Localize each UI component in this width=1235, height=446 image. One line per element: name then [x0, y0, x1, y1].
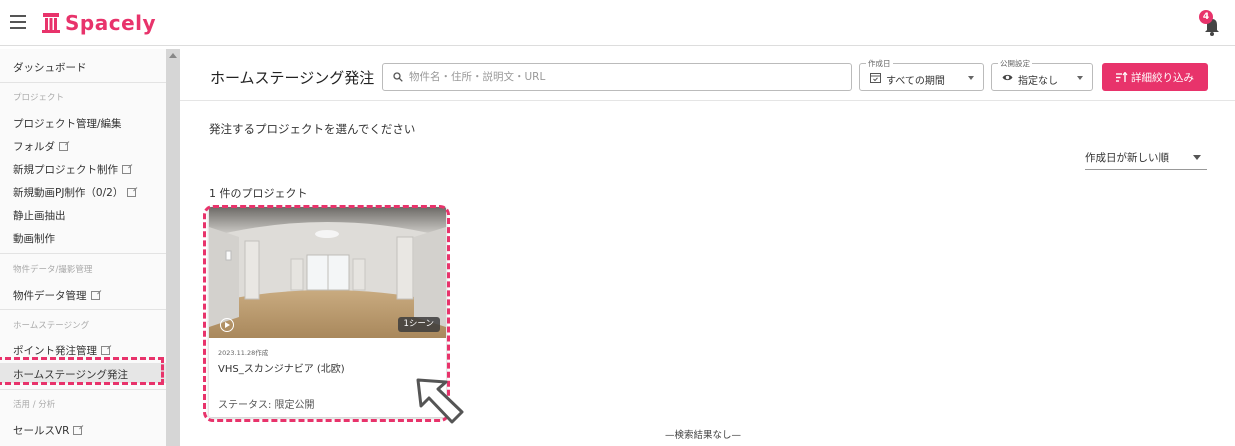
search-icon — [393, 72, 403, 82]
sidebar-item-label: セールスVR — [13, 425, 70, 437]
visibility-filter-label: 公開設定 — [998, 58, 1032, 69]
logo[interactable]: Spacely — [42, 9, 156, 37]
sidebar-highlight-annotation — [0, 357, 164, 385]
calendar-icon — [870, 73, 881, 83]
divider — [0, 82, 166, 83]
external-link-icon — [90, 291, 100, 300]
sidebar-item-still-extract[interactable]: 静止画抽出 — [13, 208, 66, 223]
pointer-arrow-icon — [416, 378, 464, 424]
sidebar-item-new-video-project[interactable]: 新規動画PJ制作（0/2） — [13, 185, 137, 200]
external-link-icon — [73, 426, 83, 435]
project-count: 1 件のプロジェクト — [209, 187, 308, 200]
external-link-icon — [101, 346, 110, 355]
external-link-icon — [127, 188, 137, 197]
section-label-homestaging: ホームステージング — [13, 321, 90, 331]
sidebar-item-label: ポイント発注管理 — [13, 345, 97, 357]
sidebar-item-new-project[interactable]: 新規プロジェクト制作 — [13, 162, 131, 177]
section-label-property: 物件データ/撮影管理 — [13, 265, 93, 275]
date-filter-label: 作成日 — [866, 58, 893, 69]
instruction-text: 発注するプロジェクトを選んでください — [209, 122, 416, 136]
section-label-analytics: 活用 / 分析 — [13, 400, 56, 410]
section-label-project: プロジェクト — [13, 93, 65, 103]
page-title: ホームステージング発注 — [210, 69, 375, 87]
sidebar-item-property-data[interactable]: 物件データ管理 — [13, 288, 100, 303]
chevron-down-icon — [968, 76, 974, 80]
notification-button[interactable]: 4 — [1197, 10, 1227, 38]
menu-icon[interactable] — [10, 15, 26, 29]
sort-select[interactable]: 作成日が新しい順 — [1085, 150, 1207, 170]
external-link-icon — [122, 165, 131, 174]
sidebar-item-label: 新規プロジェクト制作 — [13, 164, 118, 176]
sidebar-item-label: フォルダ — [13, 141, 55, 153]
sidebar-item-folder[interactable]: フォルダ — [13, 139, 68, 154]
eye-icon — [1002, 74, 1013, 81]
no-more-results-text: —検索結果なし— — [665, 430, 742, 441]
sidebar-item-label: 物件データ管理 — [13, 290, 87, 302]
sidebar-item-sales-vr[interactable]: セールスVR — [13, 423, 83, 438]
sidebar-item-point-order[interactable]: ポイント発注管理 — [13, 343, 110, 358]
sort-value: 作成日が新しい順 — [1085, 152, 1169, 164]
advanced-filter-label: 詳細絞り込み — [1131, 71, 1194, 84]
logo-text: Spacely — [65, 11, 157, 35]
top-bar: Spacely 4 — [0, 0, 1235, 46]
date-filter-select[interactable]: 作成日 すべての期間 — [859, 58, 984, 91]
date-filter-value: すべての期間 — [886, 76, 945, 87]
external-link-icon — [59, 142, 68, 151]
page-header: ホームステージング発注 作成日 すべての期間 公開設定 指定なし — [180, 49, 1235, 101]
sidebar-item-dashboard[interactable]: ダッシュボード — [13, 60, 87, 75]
scroll-up-icon[interactable] — [169, 53, 177, 58]
visibility-filter-value: 指定なし — [1018, 76, 1058, 87]
sidebar-menu: ダッシュボード プロジェクト プロジェクト管理/編集 フォルダ 新規プロジェクト… — [0, 49, 166, 446]
advanced-filter-button[interactable]: 詳細絞り込み — [1102, 63, 1208, 91]
divider — [0, 389, 166, 390]
sidebar-item-video-production[interactable]: 動画制作 — [13, 231, 55, 246]
visibility-filter-select[interactable]: 公開設定 指定なし — [991, 58, 1093, 91]
divider — [0, 309, 166, 310]
sidebar-item-project-manage[interactable]: プロジェクト管理/編集 — [13, 116, 122, 131]
sort-filter-icon — [1116, 71, 1128, 82]
sidebar-item-label: 新規動画PJ制作（0/2） — [13, 187, 124, 199]
sidebar: ダッシュボード プロジェクト プロジェクト管理/編集 フォルダ 新規プロジェクト… — [0, 49, 180, 446]
divider — [0, 253, 166, 254]
chevron-down-icon — [1193, 155, 1201, 160]
notification-badge: 4 — [1199, 10, 1213, 24]
sidebar-scrollbar[interactable] — [166, 49, 180, 446]
logo-icon — [42, 13, 60, 33]
chevron-down-icon — [1077, 76, 1083, 80]
search-input[interactable] — [409, 68, 839, 86]
search-box[interactable] — [382, 63, 852, 91]
